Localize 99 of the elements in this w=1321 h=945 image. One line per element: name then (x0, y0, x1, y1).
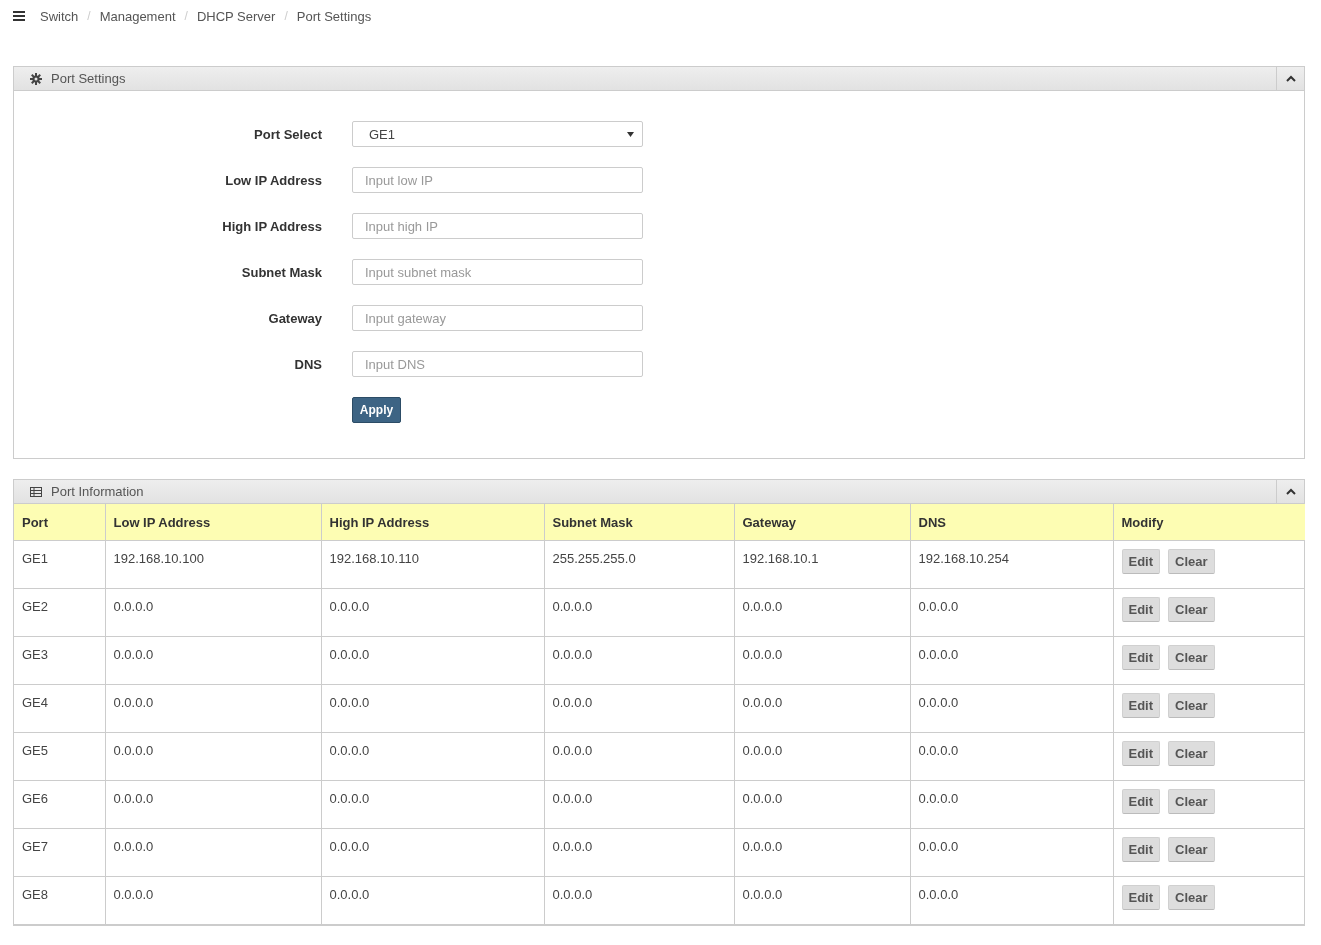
table-cell: 0.0.0.0 (321, 732, 544, 781)
clear-button[interactable]: Clear (1168, 549, 1215, 574)
clear-button[interactable]: Clear (1168, 645, 1215, 670)
table-cell: 0.0.0.0 (105, 828, 321, 877)
panel-title: Port Settings (51, 71, 127, 86)
table-cell: 0.0.0.0 (105, 780, 321, 829)
field-label: High IP Address (221, 218, 323, 234)
clear-button[interactable]: Clear (1168, 693, 1215, 718)
table-cell: 0.0.0.0 (734, 732, 910, 781)
table-cell: 0.0.0.0 (544, 588, 734, 637)
gear-icon (30, 72, 42, 85)
table-cell: GE6 (14, 780, 105, 829)
port-select[interactable]: GE1 (352, 121, 643, 147)
table-cell: 0.0.0.0 (105, 876, 321, 925)
column-header: Port (14, 504, 105, 541)
table-cell: 0.0.0.0 (321, 828, 544, 877)
table-cell: 0.0.0.0 (910, 684, 1113, 733)
input-field[interactable]: Input high IP (352, 213, 643, 239)
column-header: Gateway (734, 504, 910, 541)
caret-icon (627, 131, 634, 137)
field-label: DNS (293, 356, 323, 372)
edit-button[interactable]: Edit (1121, 741, 1161, 766)
table-cell: 0.0.0.0 (544, 780, 734, 829)
table-cell: 0.0.0.0 (734, 780, 910, 829)
table-cell: 0.0.0.0 (910, 588, 1113, 637)
edit-button[interactable]: Edit (1121, 693, 1161, 718)
input-field[interactable]: Input DNS (352, 351, 643, 377)
menu-icon[interactable] (13, 11, 25, 21)
input-field[interactable]: Input gateway (352, 305, 643, 331)
table-cell: 0.0.0.0 (321, 588, 544, 637)
apply-button[interactable]: Apply (352, 397, 401, 423)
clear-button[interactable]: Clear (1168, 741, 1215, 766)
table-cell: 0.0.0.0 (734, 876, 910, 925)
edit-button[interactable]: Edit (1121, 597, 1161, 622)
table-cell: 0.0.0.0 (321, 684, 544, 733)
table-cell: 0.0.0.0 (544, 732, 734, 781)
table-cell: 0.0.0.0 (105, 588, 321, 637)
table-cell: 0.0.0.0 (544, 876, 734, 925)
table-cell: 255.255.255.0 (544, 540, 734, 589)
panel-title: Port Information (51, 484, 145, 499)
table-cell: GE8 (14, 876, 105, 925)
table-cell: 192.168.10.1 (734, 540, 910, 589)
breadcrumb-separator: / (184, 9, 188, 23)
table-cell: 0.0.0.0 (105, 636, 321, 685)
table-cell: 0.0.0.0 (734, 588, 910, 637)
table-cell: 0.0.0.0 (910, 636, 1113, 685)
table-cell: 192.168.10.254 (910, 540, 1113, 589)
column-header: High IP Address (321, 504, 544, 541)
table-cell: 0.0.0.0 (544, 828, 734, 877)
field-label: Subnet Mask (240, 264, 323, 280)
table-cell: GE5 (14, 732, 105, 781)
table-cell: GE1 (14, 540, 105, 589)
table-cell: 0.0.0.0 (321, 876, 544, 925)
table-cell: GE7 (14, 828, 105, 877)
table-cell: 0.0.0.0 (321, 636, 544, 685)
edit-button[interactable]: Edit (1121, 885, 1161, 910)
table-cell: 0.0.0.0 (910, 876, 1113, 925)
edit-button[interactable]: Edit (1121, 645, 1161, 670)
table-cell: GE2 (14, 588, 105, 637)
edit-button[interactable]: Edit (1121, 789, 1161, 814)
column-header: DNS (910, 504, 1113, 541)
field-label: Gateway (267, 310, 323, 326)
edit-button[interactable]: Edit (1121, 837, 1161, 862)
input-field[interactable]: Input subnet mask (352, 259, 643, 285)
table-cell: GE4 (14, 684, 105, 733)
table-cell: 0.0.0.0 (910, 732, 1113, 781)
field-label: Port Select (253, 126, 323, 142)
column-header: Low IP Address (105, 504, 321, 541)
table-cell: 192.168.10.100 (105, 540, 321, 589)
breadcrumb-separator: / (284, 9, 288, 23)
table-cell: 0.0.0.0 (105, 732, 321, 781)
collapse-icon (1285, 488, 1296, 495)
table-cell: 0.0.0.0 (544, 684, 734, 733)
column-header: Subnet Mask (544, 504, 734, 541)
breadcrumb-item[interactable]: DHCP Server (196, 8, 276, 24)
input-field[interactable]: Input low IP (352, 167, 643, 193)
breadcrumb-item[interactable]: Switch (40, 8, 79, 24)
clear-button[interactable]: Clear (1168, 597, 1215, 622)
table-cell: 192.168.10.110 (321, 540, 544, 589)
breadcrumb-separator: / (87, 9, 91, 23)
table-cell: 0.0.0.0 (734, 636, 910, 685)
table-cell: 0.0.0.0 (734, 828, 910, 877)
breadcrumb-item[interactable]: Management (99, 8, 176, 24)
collapse-icon (1285, 75, 1296, 82)
table-cell: 0.0.0.0 (105, 684, 321, 733)
table-cell: GE3 (14, 636, 105, 685)
table-icon (30, 485, 42, 498)
edit-button[interactable]: Edit (1121, 549, 1161, 574)
clear-button[interactable]: Clear (1168, 885, 1215, 910)
column-header: Modify (1113, 504, 1305, 541)
clear-button[interactable]: Clear (1168, 837, 1215, 862)
table-cell: 0.0.0.0 (734, 684, 910, 733)
breadcrumb-item: Port Settings (296, 8, 372, 24)
field-label: Low IP Address (224, 172, 323, 188)
clear-button[interactable]: Clear (1168, 789, 1215, 814)
table-cell: 0.0.0.0 (544, 636, 734, 685)
table-cell: 0.0.0.0 (910, 828, 1113, 877)
table-cell: 0.0.0.0 (321, 780, 544, 829)
table-cell: 0.0.0.0 (910, 780, 1113, 829)
